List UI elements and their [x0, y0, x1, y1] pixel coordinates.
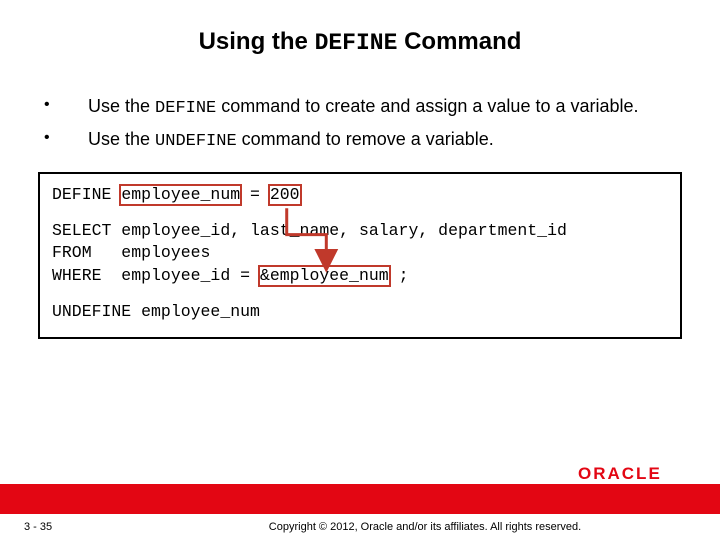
- code-line: DEFINE employee_num = 200: [52, 184, 668, 206]
- title-text-before: Using the: [199, 28, 315, 55]
- bullet-item: • Use the UNDEFINE command to remove a v…: [38, 127, 682, 154]
- title-text-after: Command: [397, 28, 521, 55]
- copyright-text: Copyright © 2012, Oracle and/or its affi…: [154, 521, 696, 533]
- oracle-logo-icon: ORACLE: [578, 464, 696, 482]
- footer-band: [0, 484, 720, 514]
- slide: Using the DEFINE Command • Use the DEFIN…: [0, 0, 720, 540]
- oracle-logo: ORACLE: [578, 464, 696, 482]
- svg-text:ORACLE: ORACLE: [578, 464, 662, 482]
- page-number: 3 - 35: [24, 521, 154, 533]
- bullet-marker: •: [38, 94, 88, 121]
- bullet-item: • Use the DEFINE command to create and a…: [38, 94, 682, 121]
- bullet-text: Use the DEFINE command to create and ass…: [88, 94, 682, 121]
- highlight-variable-ref: &employee_num: [260, 265, 389, 287]
- footer: 3 - 35 Copyright © 2012, Oracle and/or i…: [0, 514, 720, 540]
- slide-title: Using the DEFINE Command: [0, 0, 720, 74]
- bullet-text: Use the UNDEFINE command to remove a var…: [88, 127, 682, 154]
- code-line: WHERE employee_id = &employee_num ;: [52, 265, 668, 287]
- bullet-list: • Use the DEFINE command to create and a…: [38, 94, 682, 154]
- code-block: DEFINE employee_num = 200 SELECT employe…: [38, 172, 682, 339]
- title-code: DEFINE: [315, 30, 398, 56]
- code-line: FROM employees: [52, 242, 668, 264]
- bullet-marker: •: [38, 127, 88, 154]
- code-line: SELECT employee_id, last_name, salary, d…: [52, 220, 668, 242]
- code-line: UNDEFINE employee_num: [52, 301, 668, 323]
- highlight-variable-name: employee_num: [121, 184, 240, 206]
- highlight-value: 200: [270, 184, 300, 206]
